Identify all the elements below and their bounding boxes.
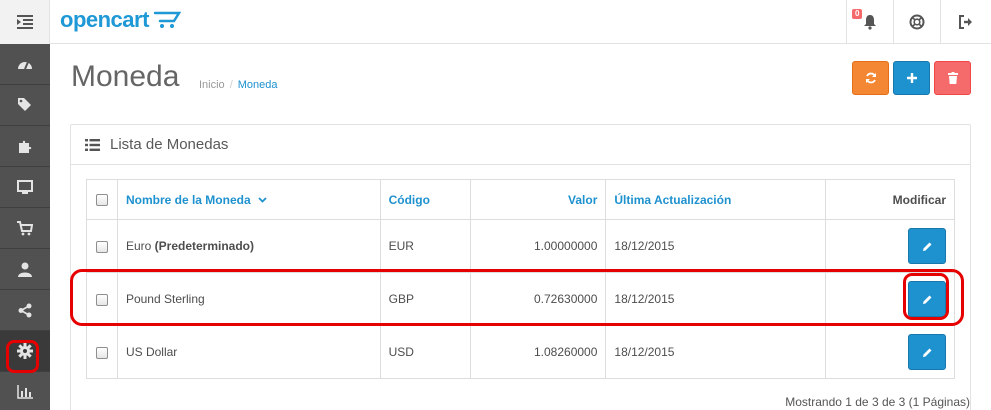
desktop-icon [17, 179, 33, 194]
plus-icon [906, 73, 917, 83]
sidebar-item-design[interactable] [0, 167, 50, 208]
sidebar-item-extensions[interactable] [0, 126, 50, 167]
menu-indent-icon [16, 15, 33, 29]
table-header-row: Nombre de la Moneda Código Valor Última … [86, 179, 955, 220]
currency-updated-cell: 18/12/2015 [605, 325, 827, 379]
sort-caret-icon [258, 197, 267, 204]
edit-button[interactable] [908, 228, 946, 264]
row-check-cell [86, 325, 118, 379]
refresh-currency-button[interactable] [852, 61, 889, 95]
sidebar-item-marketing[interactable] [0, 290, 50, 331]
row-check-cell [86, 219, 118, 273]
column-header-updated[interactable]: Última Actualización [605, 179, 827, 220]
select-all-checkbox[interactable] [95, 194, 108, 207]
currency-code-cell: EUR [379, 219, 471, 273]
refresh-icon [865, 72, 876, 84]
pencil-icon [922, 242, 931, 251]
breadcrumb: Inicio / Moneda [199, 79, 278, 91]
pencil-icon [922, 348, 931, 357]
help-button[interactable] [893, 0, 940, 44]
column-header-name[interactable]: Nombre de la Moneda [116, 179, 381, 220]
currency-name-cell: Euro (Predeterminado) [116, 219, 381, 273]
trash-icon [947, 72, 958, 84]
edit-button-highlight [903, 273, 949, 320]
select-all-cell [86, 179, 118, 220]
dashboard-icon [18, 61, 32, 70]
panel-heading: Lista de Monedas [71, 125, 970, 165]
list-icon [85, 138, 100, 151]
column-header-value[interactable]: Valor [469, 179, 607, 220]
sidebar-item-customers[interactable] [0, 249, 50, 290]
logo-cart-icon [154, 11, 182, 28]
column-header-action: Modificar [825, 179, 955, 220]
row-checkbox[interactable] [95, 346, 108, 359]
row-highlight [70, 269, 964, 326]
currency-value-cell: 1.08260000 [469, 325, 607, 379]
currency-name-cell: US Dollar [116, 325, 381, 379]
sidebar-gear-highlight [6, 340, 39, 373]
currency-updated-cell: 18/12/2015 [605, 219, 827, 273]
notifications-button[interactable] [846, 0, 893, 44]
shopping-cart-icon [17, 220, 33, 235]
tags-icon [18, 98, 31, 111]
top-header: opencart 0 [0, 0, 991, 44]
page-title: Moneda [71, 60, 180, 93]
sign-out-icon [959, 15, 972, 29]
sidebar-item-catalog[interactable] [0, 85, 50, 126]
share-icon [18, 303, 32, 317]
sidebar-item-reports[interactable] [0, 372, 50, 410]
action-cell [825, 325, 955, 379]
menu-toggle-button[interactable] [0, 0, 50, 44]
action-cell [825, 219, 955, 273]
delete-currency-button[interactable] [934, 61, 971, 95]
table-row: US Dollar USD 1.08260000 18/12/2015 [86, 325, 955, 379]
column-header-code[interactable]: Código [379, 179, 471, 220]
currency-value-cell: 1.00000000 [469, 219, 607, 273]
notification-badge: 0 [852, 9, 863, 19]
row-checkbox[interactable] [95, 240, 108, 253]
bar-chart-icon [17, 385, 33, 399]
default-label: (Predeterminado) [154, 239, 255, 253]
breadcrumb-home-link[interactable]: Inicio [199, 79, 225, 91]
opencart-logo[interactable]: opencart [60, 7, 149, 33]
breadcrumb-current-link[interactable]: Moneda [238, 79, 278, 91]
user-icon [18, 262, 32, 277]
puzzle-icon [19, 140, 32, 153]
bell-icon [864, 15, 876, 30]
edit-button[interactable] [908, 334, 946, 370]
logout-button[interactable] [940, 0, 991, 44]
add-currency-button[interactable] [893, 61, 930, 95]
currency-code-cell: USD [379, 325, 471, 379]
sidebar-item-dashboard[interactable] [0, 44, 50, 85]
table-row: Euro (Predeterminado) EUR 1.00000000 18/… [86, 219, 955, 273]
sidebar-item-sales[interactable] [0, 208, 50, 249]
panel-title: Lista de Monedas [110, 136, 229, 153]
life-ring-icon [909, 14, 925, 30]
pagination-info: Mostrando 1 de 3 de 3 (1 Páginas) [785, 395, 970, 409]
